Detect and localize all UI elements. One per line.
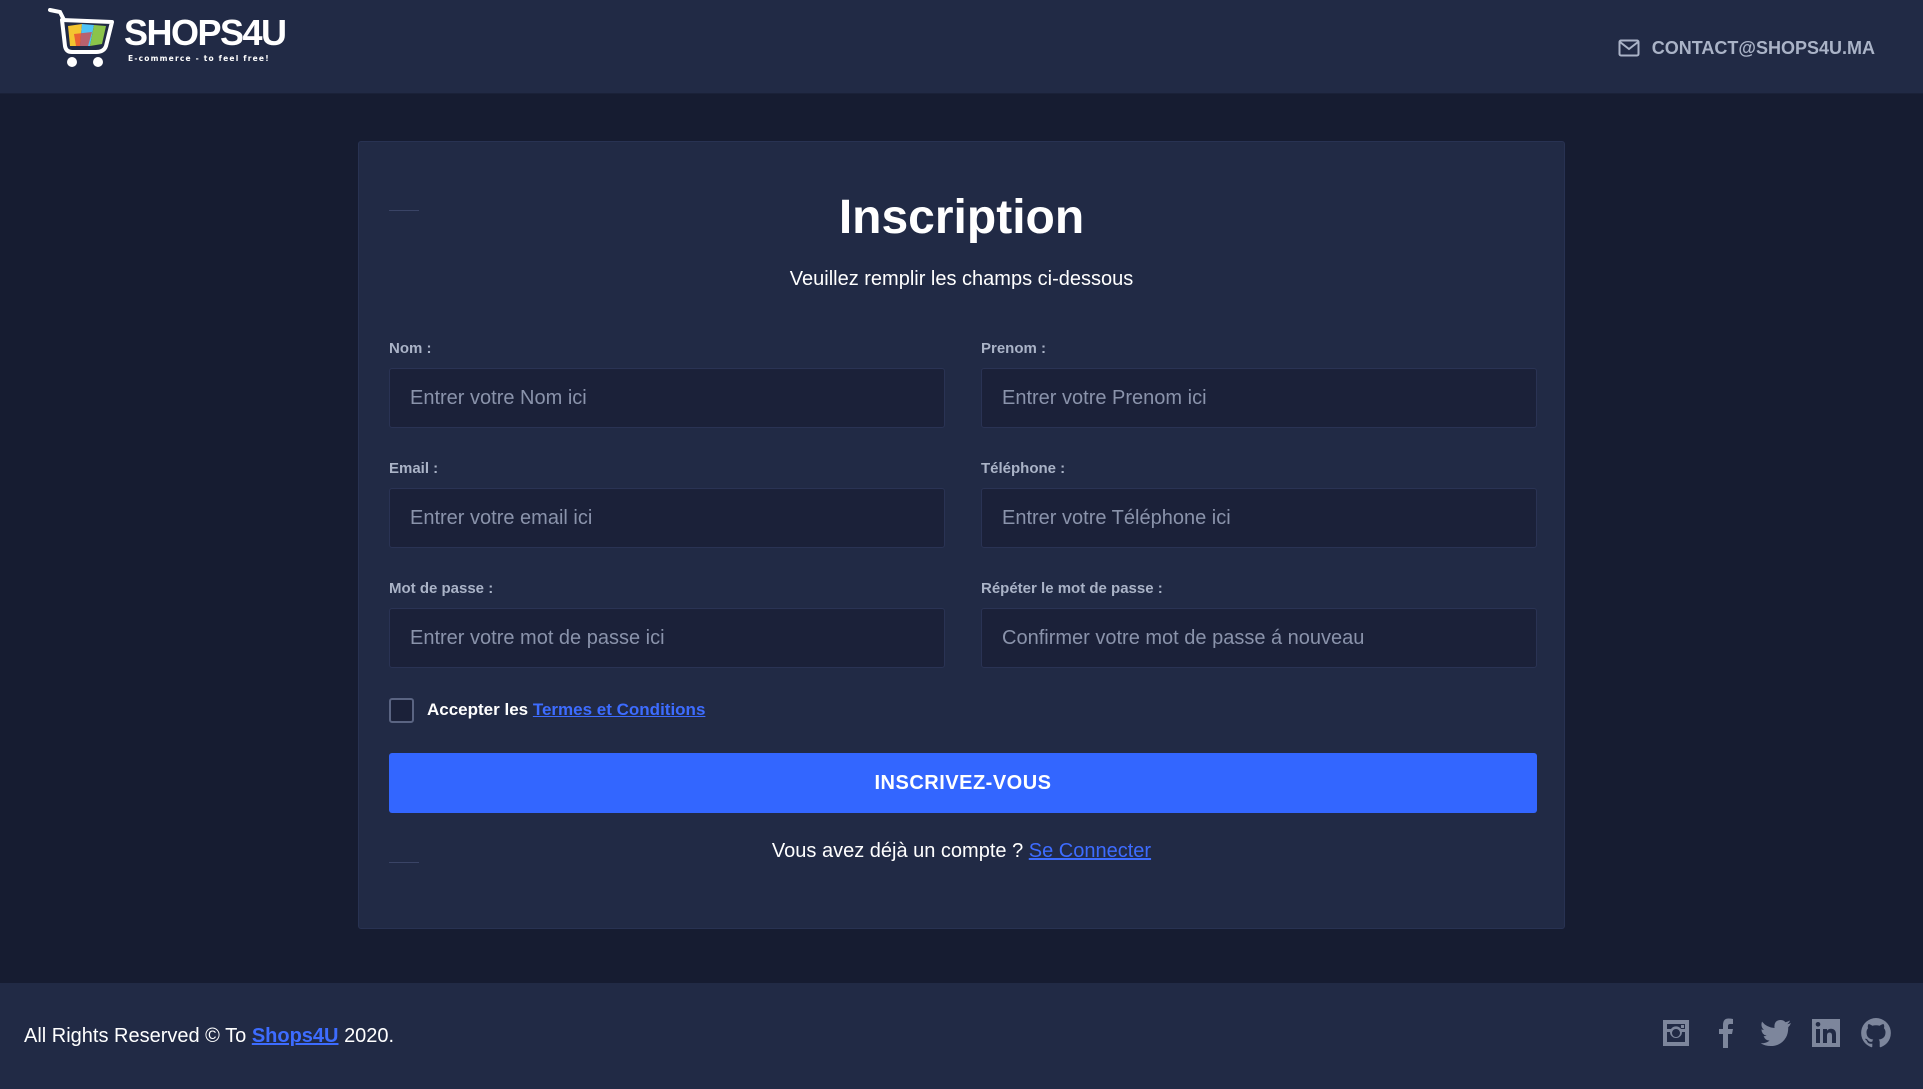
registration-card: Inscription Veuillez remplir les champs … bbox=[358, 141, 1565, 929]
register-button[interactable]: INSCRIVEZ-VOUS bbox=[389, 753, 1537, 813]
cart-logo-icon bbox=[48, 8, 114, 67]
contact-email-link[interactable]: CONTACT@SHOPS4U.MA bbox=[1618, 36, 1875, 60]
twitter-icon[interactable] bbox=[1759, 1016, 1793, 1050]
logo-title: SHOPS4U bbox=[124, 12, 287, 53]
social-links bbox=[1659, 1016, 1893, 1050]
github-icon[interactable] bbox=[1859, 1016, 1893, 1050]
nom-field[interactable] bbox=[389, 368, 945, 428]
terms-link[interactable]: Termes et Conditions bbox=[533, 700, 706, 719]
telephone-label: Téléphone : bbox=[981, 460, 1066, 477]
terms-prefix: Accepter les bbox=[427, 700, 529, 719]
prenom-label: Prenom : bbox=[981, 340, 1047, 357]
email-field[interactable] bbox=[389, 488, 945, 548]
password-label: Mot de passe : bbox=[389, 580, 494, 597]
page-subtitle: Veuillez remplir les champs ci-dessous bbox=[789, 268, 1134, 290]
terms-text: Accepter les Termes et Conditions bbox=[427, 700, 705, 720]
linkedin-icon[interactable] bbox=[1809, 1016, 1843, 1050]
email-label: Email : bbox=[389, 460, 439, 477]
envelope-icon bbox=[1618, 39, 1640, 57]
telephone-field[interactable] bbox=[981, 488, 1537, 548]
confirm-password-field[interactable] bbox=[981, 608, 1537, 668]
contact-email: CONTACT@SHOPS4U.MA bbox=[1651, 37, 1875, 58]
terms-checkbox[interactable] bbox=[389, 698, 414, 723]
login-prompt: Vous avez déjà un compte ? bbox=[771, 840, 1024, 862]
divider bbox=[389, 862, 419, 863]
nom-label: Nom : bbox=[389, 340, 432, 357]
page-title: Inscription bbox=[838, 191, 1085, 244]
prenom-field[interactable] bbox=[981, 368, 1537, 428]
logo[interactable]: SHOPS4U E-commerce - to feel free! bbox=[48, 6, 308, 74]
logo-tagline: E-commerce - to feel free! bbox=[128, 54, 270, 63]
confirm-password-label: Répéter le mot de passe : bbox=[981, 580, 1163, 597]
password-field[interactable] bbox=[389, 608, 945, 668]
site-header: SHOPS4U E-commerce - to feel free! CONTA… bbox=[0, 0, 1923, 94]
copyright-suffix: 2020. bbox=[344, 1025, 395, 1047]
instagram-icon[interactable] bbox=[1659, 1016, 1693, 1050]
login-prompt-line: Vous avez déjà un compte ? Se Connecter bbox=[359, 840, 1564, 863]
copyright: All Rights Reserved © To Shops4U 2020. bbox=[24, 1025, 394, 1048]
login-link[interactable]: Se Connecter bbox=[1029, 840, 1151, 862]
site-footer: All Rights Reserved © To Shops4U 2020. bbox=[0, 983, 1923, 1089]
brand-link[interactable]: Shops4U bbox=[252, 1025, 339, 1047]
copyright-prefix: All Rights Reserved © To bbox=[24, 1025, 247, 1047]
facebook-icon[interactable] bbox=[1709, 1016, 1743, 1050]
